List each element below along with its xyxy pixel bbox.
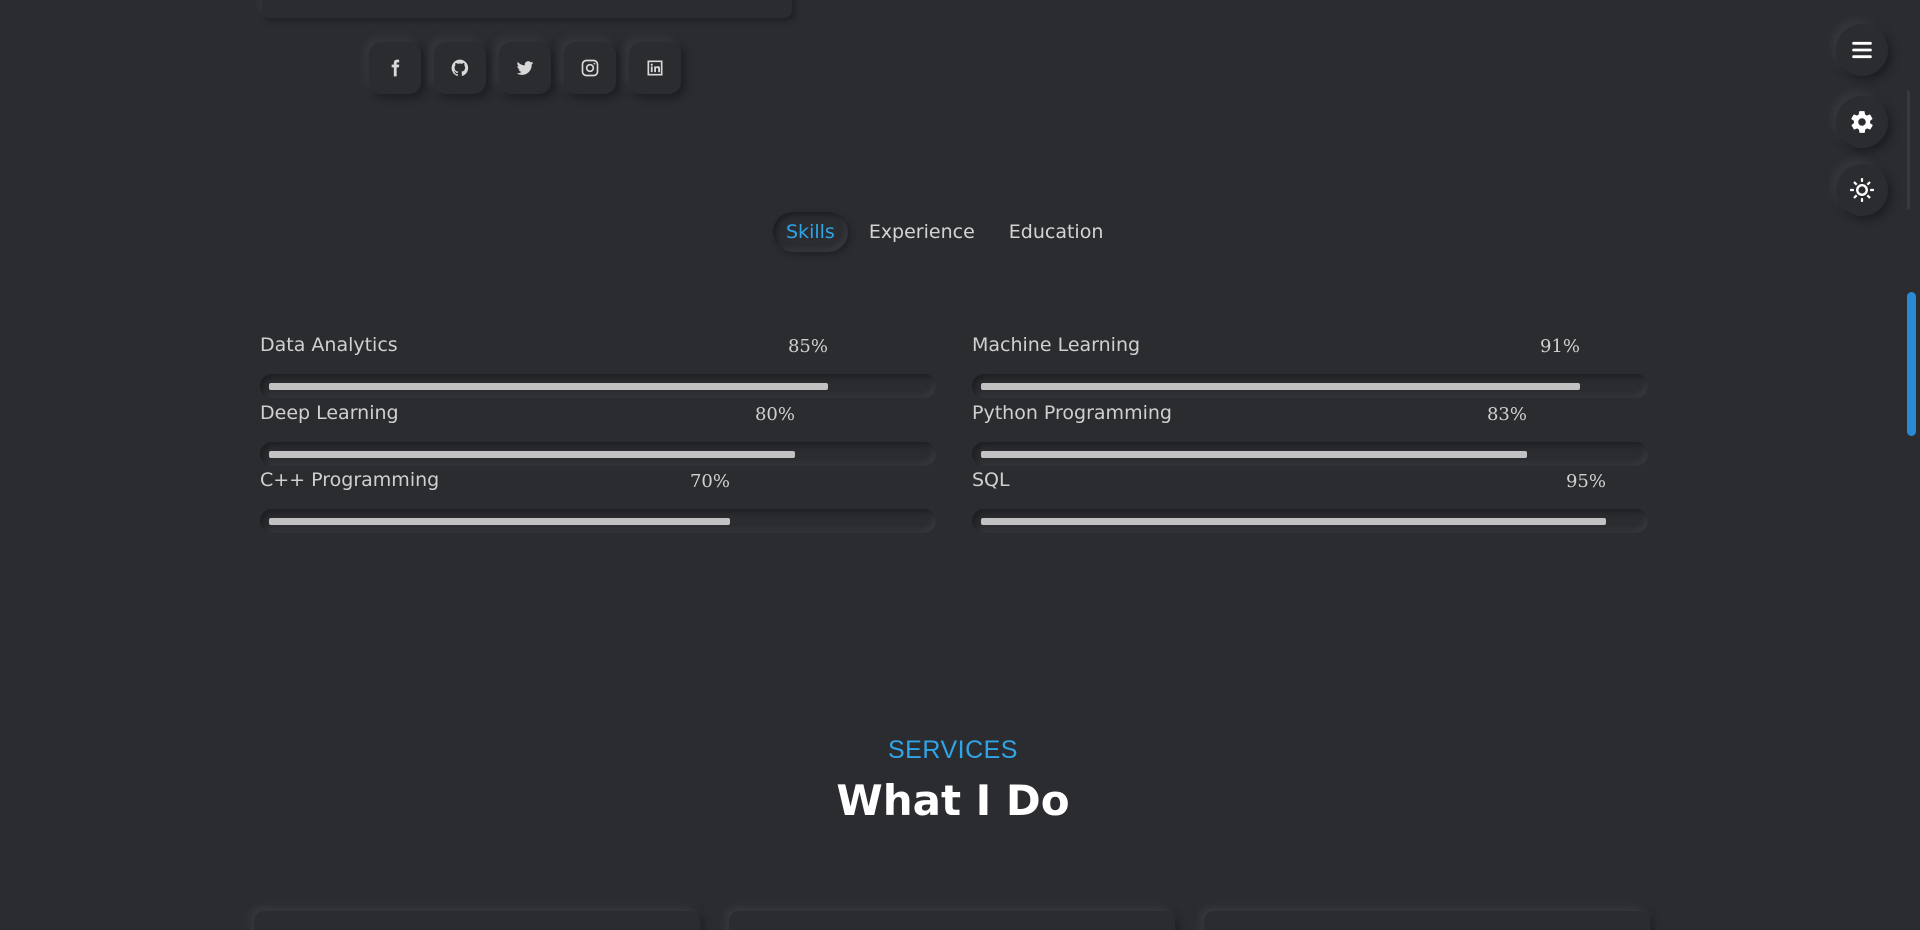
tab-skills[interactable]: Skills: [773, 212, 848, 252]
skill-name: Machine Learning: [972, 334, 1141, 356]
tab-education[interactable]: Education: [996, 212, 1117, 252]
settings-button[interactable]: [1836, 96, 1888, 148]
skill-name: Deep Learning: [260, 402, 399, 424]
progress-fill: [269, 518, 730, 525]
sun-icon: [1850, 178, 1874, 202]
progress-fill: [981, 383, 1580, 390]
linkedin-icon: [647, 60, 663, 76]
gear-icon: [1851, 111, 1873, 133]
linkedin-button[interactable]: [629, 42, 681, 94]
profile-card: [262, 0, 792, 18]
skill-name: Data Analytics: [260, 334, 398, 356]
scrollbar-thumb[interactable]: [1907, 292, 1916, 436]
menu-icon: [1852, 41, 1872, 59]
tab-experience[interactable]: Experience: [856, 212, 988, 252]
service-card: [1204, 911, 1650, 930]
skill-name: C++ Programming: [260, 469, 440, 491]
service-card: [729, 911, 1175, 930]
twitter-button[interactable]: [499, 42, 551, 94]
progress-track: [972, 442, 1648, 466]
progress-track: [972, 509, 1648, 533]
progress-track: [260, 509, 936, 533]
resume-tabs: Skills Experience Education: [773, 212, 1116, 252]
skill-percent: 85%: [787, 336, 828, 357]
service-card: [254, 911, 700, 930]
progress-track: [260, 374, 936, 398]
skill-percent: 83%: [1486, 404, 1527, 425]
progress-fill: [269, 383, 828, 390]
skill-name: Python Programming: [972, 402, 1172, 424]
services-subtitle: SERVICES: [888, 736, 1018, 764]
skill-percent: 80%: [754, 404, 795, 425]
progress-fill: [269, 451, 795, 458]
services-title: What I Do: [836, 776, 1070, 825]
facebook-button[interactable]: [369, 42, 421, 94]
skill-percent: 91%: [1539, 336, 1580, 357]
github-icon: [451, 59, 469, 76]
social-links: [369, 42, 681, 94]
theme-toggle-button[interactable]: [1836, 164, 1888, 216]
facebook-icon: [391, 59, 400, 77]
instagram-icon: [581, 59, 599, 77]
progress-fill: [981, 451, 1527, 458]
menu-button[interactable]: [1836, 24, 1888, 76]
skill-percent: 70%: [689, 471, 730, 492]
progress-track: [972, 374, 1648, 398]
github-button[interactable]: [434, 42, 486, 94]
progress-track: [260, 442, 936, 466]
instagram-button[interactable]: [564, 42, 616, 94]
scrollbar-track-highlight: [1907, 90, 1910, 210]
skill-name: SQL: [972, 469, 1010, 491]
progress-fill: [981, 518, 1606, 525]
twitter-icon: [516, 61, 534, 75]
skill-percent: 95%: [1565, 471, 1606, 492]
